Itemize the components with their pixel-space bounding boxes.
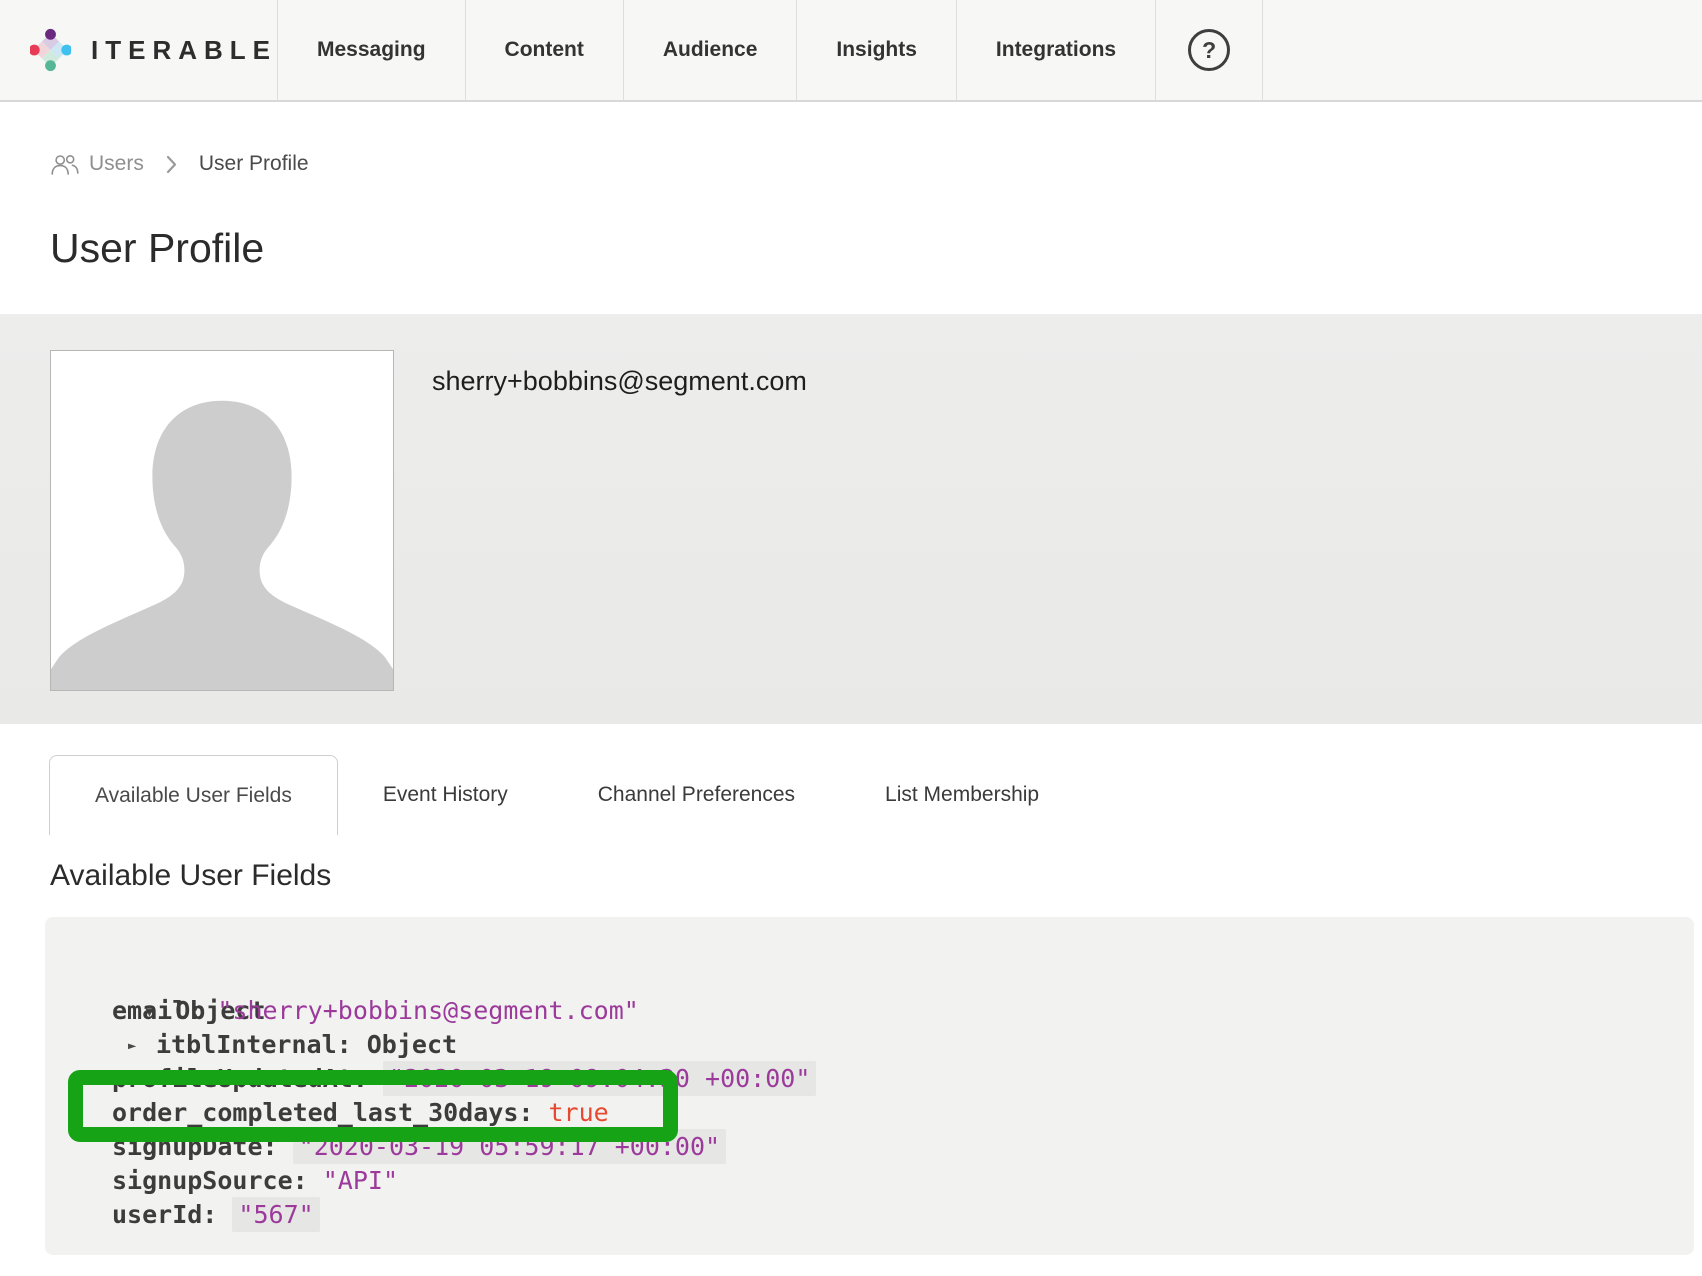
tab-channel-preferences[interactable]: Channel Preferences (553, 755, 840, 835)
field-value: "2020-03-19 09:04:30 +00:00" (383, 1061, 816, 1096)
field-value: "sherry+bobbins@segment.com" (217, 996, 638, 1025)
profile-tabs: Available User FieldsEvent HistoryChanne… (49, 755, 1702, 835)
breadcrumb-users-link[interactable]: Users (50, 152, 144, 176)
field-key: profileUpdatedAt: (112, 1064, 368, 1093)
field-row-signupDate: signupDate: "2020-03-19 05:59:17 +00:00" (45, 1130, 1694, 1164)
field-key: email: (112, 996, 202, 1025)
field-row-profileUpdatedAt: profileUpdatedAt: "2020-03-19 09:04:30 +… (45, 1062, 1694, 1096)
section-heading: Available User Fields (50, 859, 1702, 893)
profile-hero: sherry+bobbins@segment.com (0, 314, 1702, 724)
nav-items: MessagingContentAudienceInsightsIntegrat… (277, 0, 1155, 100)
field-value: true (549, 1098, 609, 1127)
nav-item-integrations[interactable]: Integrations (956, 0, 1155, 100)
nav-item-messaging[interactable]: Messaging (277, 0, 465, 100)
triangle-right-icon[interactable]: ► (128, 1029, 156, 1063)
top-nav: ITERABLE MessagingContentAudienceInsight… (0, 0, 1702, 102)
nav-item-audience[interactable]: Audience (623, 0, 797, 100)
breadcrumb-users-label: Users (89, 152, 144, 176)
field-row-itblInternal[interactable]: ►itblInternal: Object (45, 1028, 1694, 1062)
help-button[interactable]: ? (1155, 0, 1263, 100)
avatar (50, 350, 394, 691)
nav-item-insights[interactable]: Insights (796, 0, 956, 100)
help-icon: ? (1188, 29, 1230, 71)
avatar-placeholder-icon (51, 351, 393, 690)
field-key: order_completed_last_30days: (112, 1098, 533, 1127)
iterable-logo-icon (30, 13, 71, 87)
breadcrumb-current: User Profile (199, 152, 309, 176)
field-value: "567" (232, 1197, 319, 1232)
json-field-rows: email: "sherry+bobbins@segment.com"►itbl… (45, 994, 1694, 1232)
chevron-right-icon (166, 155, 177, 174)
field-value: "API" (323, 1166, 398, 1195)
brand-logo[interactable]: ITERABLE (0, 0, 277, 100)
field-key: signupDate: (112, 1132, 278, 1161)
field-row-order_completed_last_30days: order_completed_last_30days: true (45, 1096, 1694, 1130)
brand-name: ITERABLE (91, 35, 277, 66)
tab-list-membership[interactable]: List Membership (840, 755, 1084, 835)
page-title: User Profile (50, 224, 1702, 272)
tab-available-user-fields[interactable]: Available User Fields (49, 755, 338, 835)
user-fields-panel: ▼Object email: "sherry+bobbins@segment.c… (45, 917, 1694, 1255)
field-value: "2020-03-19 05:59:17 +00:00" (293, 1129, 726, 1164)
users-icon (50, 153, 80, 176)
nav-item-content[interactable]: Content (465, 0, 623, 100)
field-key: signupSource: (112, 1166, 308, 1195)
field-key: itblInternal: (156, 1030, 352, 1059)
tab-event-history[interactable]: Event History (338, 755, 553, 835)
breadcrumb: Users User Profile (50, 150, 1702, 178)
field-value: Object (367, 1030, 457, 1059)
json-root-row[interactable]: ▼Object (45, 960, 1694, 994)
field-row-signupSource: signupSource: "API" (45, 1164, 1694, 1198)
field-row-userId: userId: "567" (45, 1198, 1694, 1232)
field-row-email: email: "sherry+bobbins@segment.com" (45, 994, 1694, 1028)
profile-email: sherry+bobbins@segment.com (432, 366, 807, 724)
field-key: userId: (112, 1200, 217, 1229)
